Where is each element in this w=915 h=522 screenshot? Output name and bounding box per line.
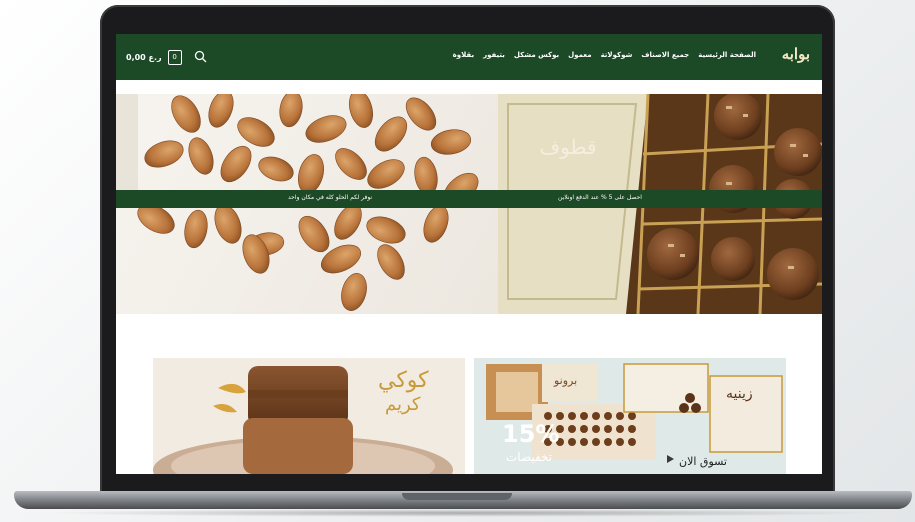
offer-box-name: زينيه [726, 386, 753, 402]
laptop-notch [402, 493, 512, 500]
nav-item-all-categories[interactable]: جميع الاصناف [641, 51, 689, 59]
site-header: بوابه الصفحة الرئيسية جميع الاصناف شوكول… [116, 34, 822, 80]
cart-bag-icon[interactable]: 0 [167, 49, 182, 65]
nav-item-home[interactable]: الصفحة الرئيسية [698, 51, 756, 59]
nav-item-baklava[interactable]: بقلاوة [453, 51, 474, 59]
cart-count: 0 [172, 52, 177, 61]
card-discount-offer[interactable]: برونو زينيه 15% تخفيضات تسوق الان [474, 358, 786, 474]
nav-item-chocolate[interactable]: شوكولاتة [601, 51, 633, 59]
offer-brand: برونو [554, 374, 578, 387]
laptop-shadow [40, 509, 886, 517]
offer-discount: 15% [502, 420, 560, 448]
site-logo[interactable]: بوابه [782, 45, 810, 63]
offer-discount-label: تخفيضات [506, 450, 553, 464]
nav-item-mixed-box[interactable]: بوكس مشكل [514, 51, 559, 59]
search-icon[interactable] [192, 48, 210, 66]
shop-now-link[interactable]: تسوق الان [679, 455, 727, 468]
card-cookie-cream[interactable]: كوكي كريم [153, 358, 465, 474]
promo-text-left: نوفر لكم الحلو كله في مكان واحد [288, 194, 373, 201]
cookie-title-1: كوكي [378, 368, 429, 393]
main-nav: الصفحة الرئيسية جميع الاصناف شوكولاتة مع… [453, 51, 756, 59]
browser-screen: بوابه الصفحة الرئيسية جميع الاصناف شوكول… [116, 34, 822, 474]
cart-total[interactable]: 0,00 ر.ع [126, 53, 162, 62]
cart-area: 0,00 ر.ع 0 [126, 48, 210, 66]
svg-text:قطوف: قطوف [539, 135, 596, 159]
cookie-title-2: كريم [385, 394, 421, 415]
nav-item-maamoul[interactable]: معمول [568, 51, 591, 59]
promo-strip: نوفر لكم الحلو كله في مكان واحد احصل على… [116, 190, 822, 208]
promo-text-right: احصل على 5 % عند الدفع اونلاين [558, 194, 642, 201]
nav-item-petit-four[interactable]: بتيفور [483, 51, 505, 59]
hero-banner: قطوف نوفر لكم الحلو كله في مكان واحد احص… [116, 94, 822, 314]
